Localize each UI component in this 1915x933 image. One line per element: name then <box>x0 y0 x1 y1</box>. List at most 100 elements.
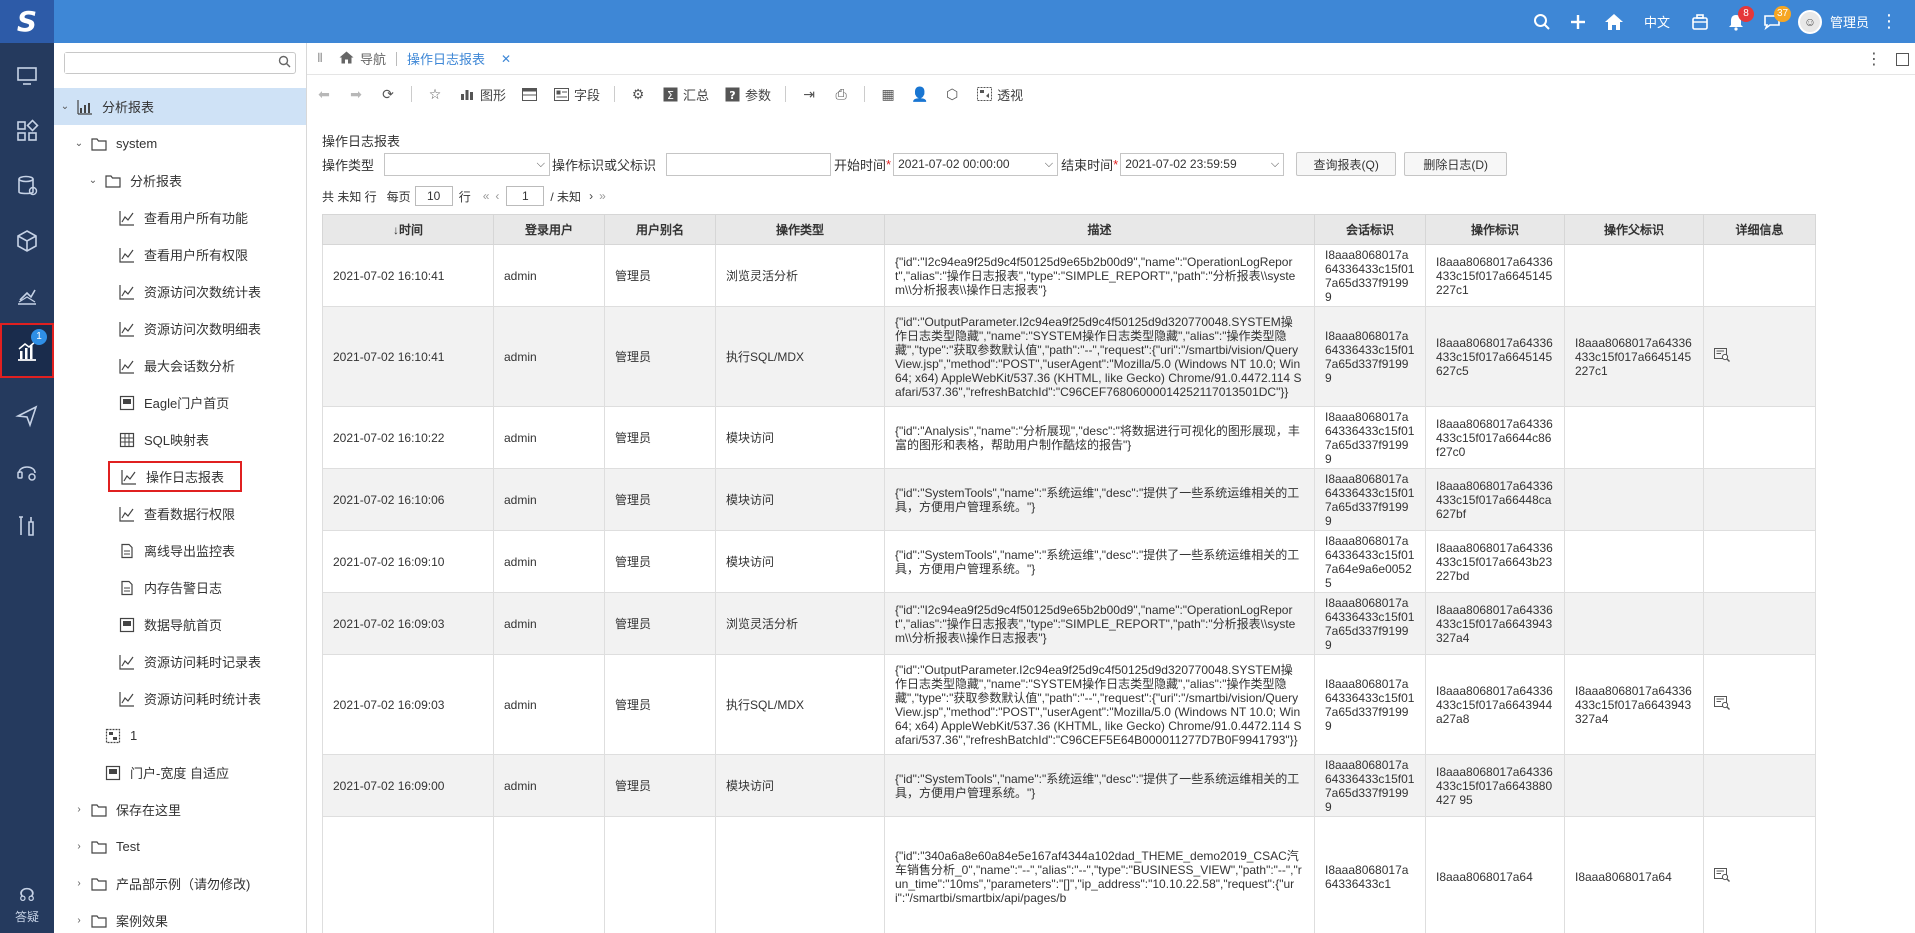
more-vertical-icon[interactable]: ⋮ <box>1877 0 1901 43</box>
tree-node-report[interactable]: 离线导出监控表 <box>54 532 306 569</box>
col-header-detail[interactable]: 详细信息 <box>1703 214 1816 245</box>
first-page-icon[interactable]: « <box>483 189 490 203</box>
expand-arrow-icon[interactable]: ⌄ <box>86 175 100 186</box>
end-time-select[interactable]: 2021-07-02 23:59:59 ⌵ <box>1120 152 1285 176</box>
message-icon[interactable]: 37 <box>1754 0 1792 43</box>
rail-dashboard-icon[interactable] <box>0 103 54 158</box>
prev-page-icon[interactable]: ‹ <box>495 189 499 203</box>
tree-node-analysis-folder[interactable]: ⌄ 分析报表 <box>54 162 306 199</box>
col-header-time[interactable]: ↓时间 <box>322 214 494 245</box>
op-type-select[interactable]: ⌵ <box>384 152 551 176</box>
tree-node-analysis-root[interactable]: ⌄ 分析报表 <box>54 88 306 125</box>
table-row[interactable]: 2021-07-02 16:10:06 admin 管理员 模块访问 {"id":"Sy… <box>322 468 1816 531</box>
language-switch[interactable]: 中文 <box>1632 0 1682 43</box>
view-detail-icon[interactable] <box>1714 696 1730 710</box>
tree-search-input[interactable] <box>65 53 270 73</box>
col-header-user[interactable]: 登录用户 <box>493 214 605 245</box>
summary-button[interactable]: Σ 汇总 <box>661 85 709 104</box>
table-layout-button[interactable] <box>520 85 538 103</box>
col-header-type[interactable]: 操作类型 <box>715 214 885 245</box>
search-icon[interactable] <box>278 55 291 71</box>
col-header-session[interactable]: 会话标识 <box>1314 214 1426 245</box>
tab-home[interactable]: 导航 <box>329 43 396 75</box>
page-input[interactable]: 1 <box>506 186 545 206</box>
tree-node-report[interactable]: 查看用户所有权限 <box>54 236 306 273</box>
rail-help[interactable]: ☊ 答疑 <box>0 885 54 925</box>
tab-operation-log-report[interactable]: 操作日志报表 ✕ <box>397 43 521 75</box>
tree-node-report[interactable]: 资源访问次数明细表 <box>54 310 306 347</box>
tree-node-item-1[interactable]: 1 <box>54 717 306 754</box>
add-icon[interactable] <box>1560 0 1596 43</box>
favorite-button[interactable]: ☆ <box>426 85 444 103</box>
tree-node-report[interactable]: 数据导航首页 <box>54 606 306 643</box>
tree-node-report[interactable]: 内存告警日志 <box>54 569 306 606</box>
cube-button[interactable]: ⬡ <box>943 85 961 103</box>
view-detail-icon[interactable] <box>1714 348 1730 362</box>
table-row[interactable]: {"id":"340a6a8e60a84e5e167af4344a102dad_… <box>322 816 1816 933</box>
chart-button[interactable]: 图形 <box>458 85 506 104</box>
table-row[interactable]: 2021-07-02 16:10:41 admin 管理员 执行SQL/MDX {"id… <box>322 306 1816 407</box>
rail-model-icon[interactable] <box>0 268 54 323</box>
rail-monitor-icon[interactable] <box>0 48 54 103</box>
tree-node-portal[interactable]: 门户-宽度 自适应 <box>54 754 306 791</box>
forward-button[interactable]: ➡ <box>347 85 365 103</box>
rail-cube-icon[interactable] <box>0 213 54 268</box>
rail-support-icon[interactable] <box>0 443 54 498</box>
settings-button[interactable]: ⚙ <box>629 85 647 103</box>
col-header-op-id[interactable]: 操作标识 <box>1425 214 1565 245</box>
start-time-select[interactable]: 2021-07-02 00:00:00 ⌵ <box>893 152 1059 176</box>
tree-node-folder[interactable]: › 保存在这里 <box>54 791 306 828</box>
params-button[interactable]: ? 参数 <box>723 85 771 104</box>
rail-database-icon[interactable] <box>0 158 54 213</box>
rail-send-icon[interactable] <box>0 388 54 443</box>
last-page-icon[interactable]: » <box>599 189 606 203</box>
tree-node-report[interactable]: 资源访问耗时统计表 <box>54 680 306 717</box>
tree-node-folder[interactable]: › 产品部示例（请勿修改) <box>54 865 306 902</box>
query-report-button[interactable]: 查询报表(Q) <box>1296 152 1397 176</box>
collapse-arrow-icon[interactable]: › <box>72 804 86 815</box>
search-icon[interactable] <box>1524 0 1560 43</box>
table-row[interactable]: 2021-07-02 16:09:03 admin 管理员 浏览灵活分析 {"id":"… <box>322 592 1816 655</box>
tree-node-report[interactable]: Eagle门户首页 <box>54 384 306 421</box>
user-permission-button[interactable]: 👤 <box>911 85 929 103</box>
expand-arrow-icon[interactable]: ⌄ <box>58 101 72 112</box>
tree-node-folder[interactable]: › 案例效果 <box>54 902 306 933</box>
tree-node-report[interactable]: 资源访问次数统计表 <box>54 273 306 310</box>
table-row[interactable]: 2021-07-02 16:09:03 admin 管理员 执行SQL/MDX {"id… <box>322 654 1816 755</box>
collapse-arrow-icon[interactable]: › <box>72 841 86 852</box>
tree-node-operation-log-report[interactable]: 操作日志报表 <box>54 458 306 495</box>
tree-node-report[interactable]: 资源访问耗时记录表 <box>54 643 306 680</box>
more-vertical-icon[interactable]: ⋮ <box>1866 49 1882 69</box>
expand-arrow-icon[interactable]: ⌄ <box>72 138 86 149</box>
home-icon[interactable] <box>1596 0 1632 43</box>
schedule-button[interactable]: ▦ <box>879 85 897 103</box>
export-button[interactable]: ⇥ <box>800 85 818 103</box>
view-detail-icon[interactable] <box>1714 868 1730 882</box>
field-button[interactable]: 字段 <box>552 85 600 104</box>
tree-node-folder[interactable]: › Test <box>54 828 306 865</box>
tree-node-report[interactable]: SQL映射表 <box>54 421 306 458</box>
back-button[interactable]: ⬅ <box>315 85 333 103</box>
user-menu[interactable]: ☺ 管理员 <box>1790 0 1877 43</box>
per-page-input[interactable]: 10 <box>414 186 453 206</box>
panel-toggle-handle[interactable]: ⦀ <box>311 51 329 66</box>
next-page-icon[interactable]: › <box>589 189 593 203</box>
tree-node-report[interactable]: 查看用户所有功能 <box>54 199 306 236</box>
col-header-parent-id[interactable]: 操作父标识 <box>1564 214 1704 245</box>
tree-node-report[interactable]: 查看数据行权限 <box>54 495 306 532</box>
tree-node-system[interactable]: ⌄ system <box>54 125 306 162</box>
table-row[interactable]: 2021-07-02 16:09:10 admin 管理员 模块访问 {"id":"Sy… <box>322 530 1816 593</box>
col-header-desc[interactable]: 描述 <box>884 214 1315 245</box>
refresh-button[interactable]: ⟳ <box>379 85 397 103</box>
col-header-alias[interactable]: 用户别名 <box>604 214 716 245</box>
app-logo[interactable]: S <box>0 0 54 43</box>
op-id-input[interactable] <box>666 152 832 176</box>
collapse-arrow-icon[interactable]: › <box>72 878 86 889</box>
rail-analysis-report-icon[interactable]: 1 <box>0 323 54 378</box>
pivot-button[interactable]: 透视 <box>975 85 1023 104</box>
table-row[interactable]: 2021-07-02 16:10:41 admin 管理员 浏览灵活分析 {"id":"… <box>322 244 1816 307</box>
briefcase-icon[interactable] <box>1682 0 1718 43</box>
table-row[interactable]: 2021-07-02 16:10:22 admin 管理员 模块访问 {"id":"An… <box>322 406 1816 469</box>
collapse-arrow-icon[interactable]: › <box>72 915 86 926</box>
close-tab-icon[interactable]: ✕ <box>501 52 511 66</box>
